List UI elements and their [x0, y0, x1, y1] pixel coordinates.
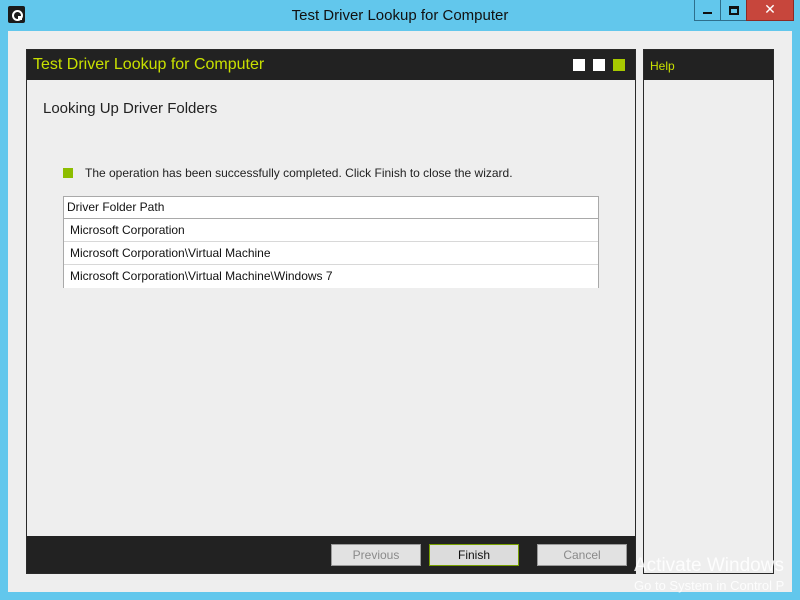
finish-button[interactable]: Finish: [429, 544, 519, 566]
window-title: Test Driver Lookup for Computer: [291, 7, 509, 24]
wizard-title: Test Driver Lookup for Computer: [33, 56, 265, 73]
table-header-driver-folder-path[interactable]: Driver Folder Path: [64, 197, 598, 219]
close-icon: ✕: [764, 2, 776, 18]
help-header: Help: [644, 50, 773, 80]
maximize-icon: [728, 5, 739, 15]
previous-button[interactable]: Previous: [331, 544, 421, 566]
help-panel: Help: [643, 49, 774, 574]
wizard-header: Test Driver Lookup for Computer: [27, 50, 635, 80]
step-indicator-2: [593, 59, 605, 71]
success-icon: [63, 168, 73, 178]
step-indicator: [573, 59, 625, 71]
close-button[interactable]: ✕: [746, 0, 794, 21]
status-message: The operation has been successfully comp…: [85, 166, 513, 180]
table-row[interactable]: Microsoft Corporation\Virtual Machine: [64, 242, 598, 265]
table-row[interactable]: Microsoft Corporation\Virtual Machine\Wi…: [64, 265, 598, 288]
maximize-button[interactable]: [720, 0, 747, 21]
wizard-footer: Previous Finish Cancel: [27, 536, 635, 573]
status-row: The operation has been successfully comp…: [63, 166, 513, 180]
help-title: Help: [650, 59, 675, 73]
step-indicator-1: [573, 59, 585, 71]
wizard-panel: Test Driver Lookup for Computer Looking …: [26, 49, 636, 574]
minimize-icon: [703, 12, 712, 14]
table-row[interactable]: Microsoft Corporation: [64, 219, 598, 242]
driver-folder-table[interactable]: Driver Folder Path Microsoft Corporation…: [63, 196, 599, 288]
window-titlebar: Test Driver Lookup for Computer ✕: [0, 0, 800, 31]
step-indicator-3: [613, 59, 625, 71]
minimize-button[interactable]: [694, 0, 721, 21]
cancel-button[interactable]: Cancel: [537, 544, 627, 566]
page-heading: Looking Up Driver Folders: [43, 100, 218, 117]
